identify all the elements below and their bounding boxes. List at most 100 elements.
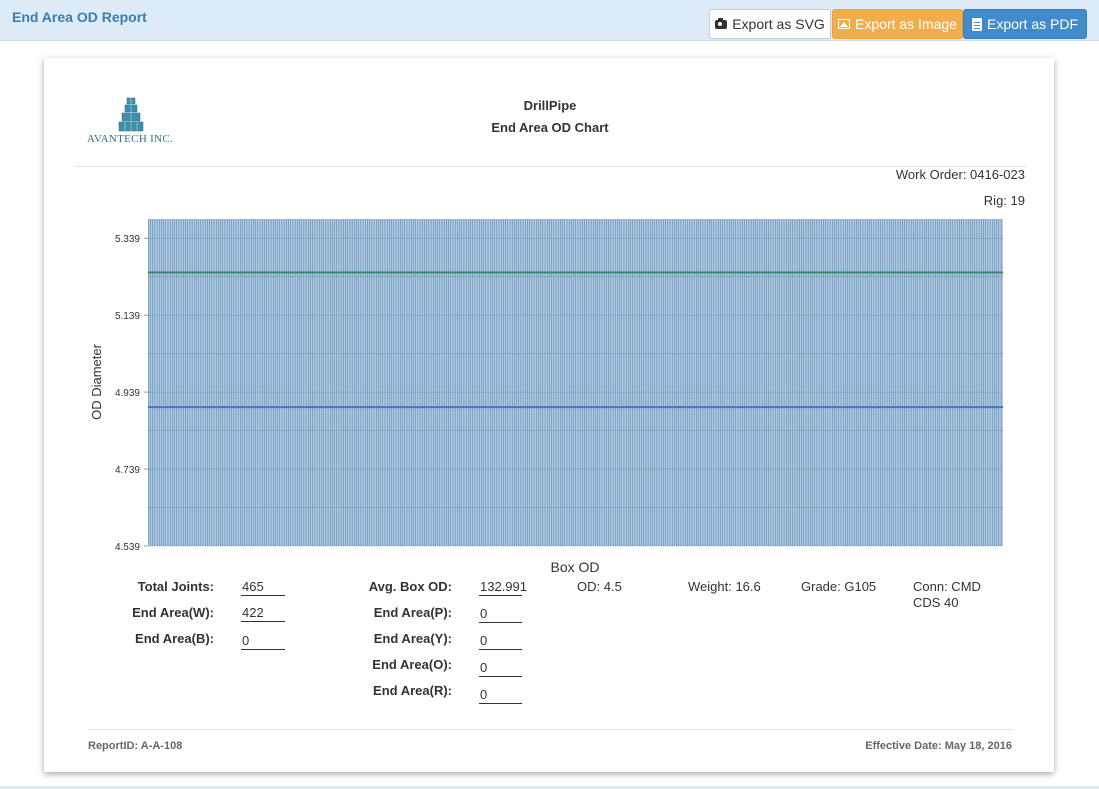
bar	[423, 219, 426, 546]
grade-spec: Grade: G105	[801, 579, 877, 594]
bar	[600, 219, 602, 546]
bar	[865, 219, 867, 546]
bar	[701, 219, 703, 546]
bar	[944, 219, 946, 546]
y-tick-label: 5.139	[115, 311, 140, 322]
bar	[887, 219, 889, 546]
bar	[776, 219, 779, 546]
bar	[850, 219, 852, 546]
export-pdf-button[interactable]: Export as PDF	[963, 9, 1087, 39]
y-tick-label: 4.539	[115, 542, 140, 553]
bar	[197, 219, 200, 546]
bar	[832, 219, 834, 546]
bar	[427, 219, 429, 546]
bar	[627, 219, 630, 546]
bar	[741, 219, 744, 546]
bar	[304, 219, 306, 546]
bar	[228, 219, 231, 546]
bar	[749, 219, 751, 546]
bar	[697, 219, 700, 546]
bar	[455, 219, 457, 546]
bar	[162, 219, 165, 546]
bar	[157, 219, 159, 546]
bar	[407, 219, 409, 546]
bar	[148, 219, 150, 546]
logo-text: AVANTECH INC.	[87, 133, 174, 145]
export-image-button[interactable]: Export as Image	[832, 9, 963, 39]
bar	[341, 219, 343, 546]
end-area-b-value: 0	[241, 632, 285, 650]
bar	[307, 219, 310, 546]
bar	[508, 219, 510, 546]
y-axis-label: OD Diameter	[89, 343, 104, 420]
bar	[539, 219, 542, 546]
bar	[618, 219, 621, 546]
bar	[966, 219, 968, 546]
bar	[175, 219, 178, 546]
bar	[580, 219, 582, 546]
bar	[894, 219, 896, 546]
bar	[155, 219, 157, 546]
bar	[523, 219, 525, 546]
bar	[598, 219, 600, 546]
bar	[392, 219, 394, 546]
x-axis-label: Box OD	[550, 559, 599, 575]
bar	[438, 219, 440, 546]
bar	[751, 219, 753, 546]
bar	[563, 219, 565, 546]
bar	[890, 219, 893, 546]
bar	[782, 219, 784, 546]
end-area-w-value: 422	[241, 604, 285, 622]
bar	[885, 219, 887, 546]
bar	[159, 219, 161, 546]
bar	[661, 219, 663, 546]
bar	[372, 219, 374, 546]
bar	[653, 219, 656, 546]
bar	[692, 219, 694, 546]
bar	[988, 219, 990, 546]
bar	[714, 219, 716, 546]
bar	[216, 219, 218, 546]
bar	[274, 219, 277, 546]
bar	[306, 219, 308, 546]
bar	[791, 219, 793, 546]
bar	[824, 219, 827, 546]
bar	[256, 219, 258, 546]
bar	[835, 219, 838, 546]
bar	[262, 219, 264, 546]
bar	[977, 219, 979, 546]
bar	[997, 219, 999, 546]
bar	[449, 219, 451, 546]
bar	[929, 219, 931, 546]
bar	[278, 219, 280, 546]
bar	[298, 219, 301, 546]
export-svg-button[interactable]: Export as SVG	[709, 9, 831, 39]
bar	[953, 219, 955, 546]
export-svg-label: Export as SVG	[732, 16, 825, 32]
bar	[699, 219, 702, 546]
bar	[339, 219, 341, 546]
bar	[287, 219, 290, 546]
bar	[412, 219, 415, 546]
bar	[604, 219, 606, 546]
export-pdf-label: Export as PDF	[986, 16, 1079, 32]
bar	[911, 219, 913, 546]
bar	[876, 219, 878, 546]
bar	[999, 219, 1001, 546]
bar	[870, 219, 873, 546]
bar	[181, 219, 183, 546]
bar	[574, 219, 577, 546]
top-bar: End Area OD Report Export as SVG Export …	[0, 0, 1099, 41]
bar	[723, 219, 725, 546]
report-subtitle: End Area OD Chart	[491, 120, 609, 135]
bar	[328, 219, 330, 546]
bar	[861, 219, 863, 546]
bar	[451, 219, 453, 546]
bar	[942, 219, 944, 546]
bar	[909, 219, 911, 546]
bar	[694, 219, 696, 546]
bar	[732, 219, 735, 546]
bar	[936, 219, 939, 546]
bar	[210, 219, 212, 546]
bar	[293, 219, 295, 546]
